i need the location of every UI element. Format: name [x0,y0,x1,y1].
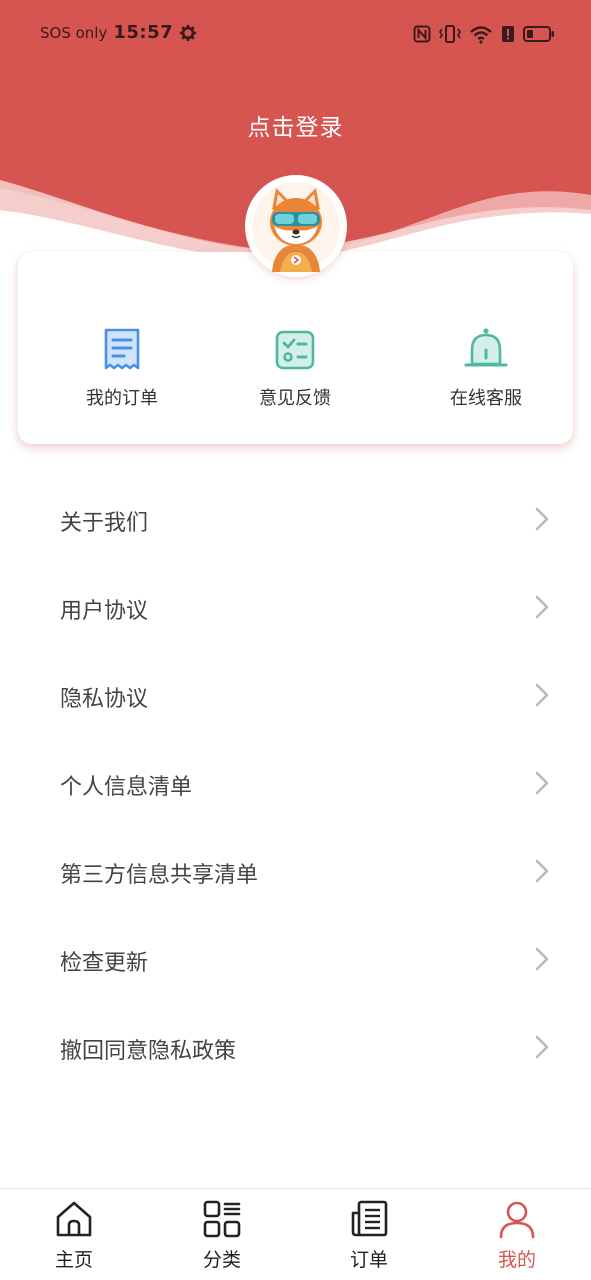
gear-icon [180,24,197,41]
quick-action-label: 我的订单 [86,388,158,409]
chevron-right-icon [535,507,549,531]
menu-item-label: 隐私协议 [60,687,149,712]
user-icon [499,1201,535,1239]
alert-icon [502,26,514,42]
menu-item-about-us[interactable]: 关于我们 [0,475,591,563]
quick-actions-card: 我的订单 意见反馈 在线客服 [18,252,573,444]
quick-action-label: 意见反馈 [259,388,331,409]
menu-item-label: 个人信息清单 [60,775,193,800]
tab-label: 分类 [202,1249,241,1271]
menu-item-privacy-agreement[interactable]: 隐私协议 [0,651,591,739]
menu-item-personal-info-list[interactable]: 个人信息清单 [0,739,591,827]
quick-action-my-orders[interactable]: 我的订单 [47,326,197,410]
chevron-right-icon [535,947,549,971]
vibrate-icon [439,25,461,43]
shiba-mascot-icon [252,182,340,272]
menu-item-third-party-sharing[interactable]: 第三方信息共享清单 [0,827,591,915]
tab-category[interactable]: 分类 [172,1199,272,1272]
order-doc-icon [104,328,140,370]
status-bar: SOS only 15:57 [0,18,591,48]
menu-item-check-update[interactable]: 检查更新 [0,915,591,1003]
tab-label: 我的 [497,1249,536,1271]
clock-time: 15:57 [113,22,174,43]
quick-action-online-service[interactable]: 在线客服 [411,326,561,410]
nfc-icon [413,25,431,43]
quick-action-feedback[interactable]: 意见反馈 [220,326,370,410]
chevron-right-icon [535,595,549,619]
menu-item-user-agreement[interactable]: 用户协议 [0,563,591,651]
login-prompt[interactable]: 点击登录 [0,108,591,142]
home-icon [56,1201,92,1237]
tab-label: 订单 [349,1249,388,1271]
feedback-checklist-icon [275,330,315,370]
menu-item-label: 关于我们 [60,511,149,536]
bell-icon [464,328,508,367]
quick-action-label: 在线客服 [450,388,522,409]
battery-icon [523,26,554,42]
chevron-right-icon [535,1035,549,1059]
tab-home[interactable]: 主页 [24,1199,124,1272]
tab-mine[interactable]: 我的 [467,1199,567,1272]
chevron-right-icon [535,771,549,795]
menu-item-label: 撤回同意隐私政策 [60,1039,237,1064]
menu-item-label: 第三方信息共享清单 [60,863,259,888]
newspaper-icon [351,1200,388,1237]
carrier-text: SOS only [40,23,108,42]
chevron-right-icon [535,683,549,707]
bottom-tab-bar: 主页 分类 订单 我的 [0,1188,591,1280]
chevron-right-icon [535,859,549,883]
tab-orders[interactable]: 订单 [319,1199,419,1272]
settings-menu-list: 关于我们 用户协议 隐私协议 个人信息清单 第三方信息共享清单 检查更新 撤回同… [0,475,591,1091]
avatar[interactable] [245,175,347,277]
menu-item-label: 用户协议 [60,599,149,624]
menu-item-revoke-privacy-consent[interactable]: 撤回同意隐私政策 [0,1003,591,1091]
tab-label: 主页 [54,1249,93,1271]
menu-item-label: 检查更新 [60,951,149,976]
category-grid-icon [203,1200,241,1238]
wifi-icon [470,26,492,44]
